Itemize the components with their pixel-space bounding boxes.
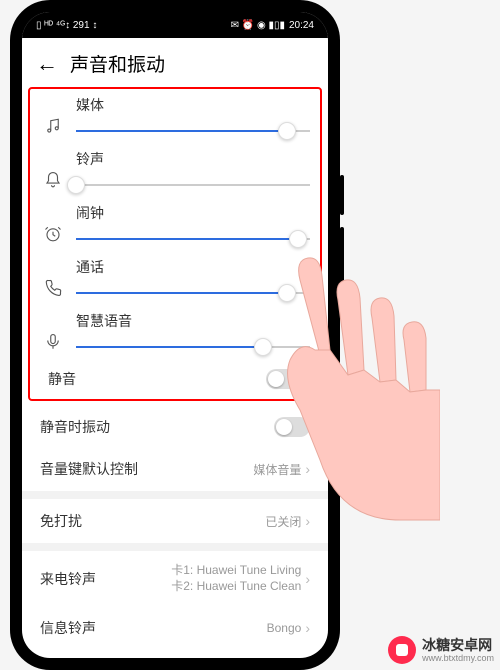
setting-value: Bongo [267, 621, 302, 635]
phone-icon [40, 279, 66, 297]
pointing-hand-illustration [260, 240, 440, 540]
status-time: 20:24 [289, 20, 314, 31]
watermark-url: www.btxtdmy.com [422, 654, 494, 663]
chevron-right-icon: › [305, 620, 310, 636]
slider-label: 媒体 [76, 95, 310, 115]
ringtone-sim2: 卡2: Huawei Tune Clean [171, 579, 301, 595]
sms-tone-row[interactable]: 信息铃声 Bongo › [22, 606, 328, 642]
status-left-icons: ▯ ᴴᴰ ⁴ᴳ↕ 291 ↕ [36, 20, 97, 31]
ringtone-row[interactable]: 来电铃声 卡1: Huawei Tune Living 卡2: Huawei T… [22, 551, 328, 606]
watermark-name: 冰糖安卓网 [422, 638, 494, 652]
clock-icon [40, 225, 66, 243]
slider-label: 铃声 [76, 149, 310, 169]
slider-media-track[interactable] [76, 123, 310, 139]
mic-icon [40, 333, 66, 351]
chevron-right-icon: › [305, 571, 310, 587]
page-title: 声音和振动 [70, 50, 165, 77]
setting-label: 免打扰 [40, 511, 82, 531]
ringtone-sim1: 卡1: Huawei Tune Living [171, 563, 301, 579]
setting-label: 来电铃声 [40, 569, 96, 589]
header: ← 声音和振动 [22, 38, 328, 87]
bell-icon [40, 171, 66, 189]
watermark: 冰糖安卓网 www.btxtdmy.com [388, 636, 494, 664]
music-icon [40, 117, 66, 135]
slider-ringtone: 铃声 [30, 143, 320, 197]
status-right-icons: ✉ ⏰ ◉ ▮▯▮ [231, 20, 285, 31]
setting-label: 静音时振动 [40, 417, 110, 437]
setting-label: 信息铃声 [40, 618, 96, 638]
slider-ringtone-track[interactable] [76, 177, 310, 193]
back-button[interactable]: ← [36, 53, 58, 75]
watermark-icon [388, 636, 416, 664]
setting-label: 音量键默认控制 [40, 459, 138, 479]
mute-label: 静音 [48, 369, 76, 389]
status-bar: ▯ ᴴᴰ ⁴ᴳ↕ 291 ↕ ✉ ⏰ ◉ ▮▯▮ 20:24 [22, 12, 328, 38]
slider-media: 媒体 [30, 89, 320, 143]
slider-label: 闹钟 [76, 203, 310, 223]
